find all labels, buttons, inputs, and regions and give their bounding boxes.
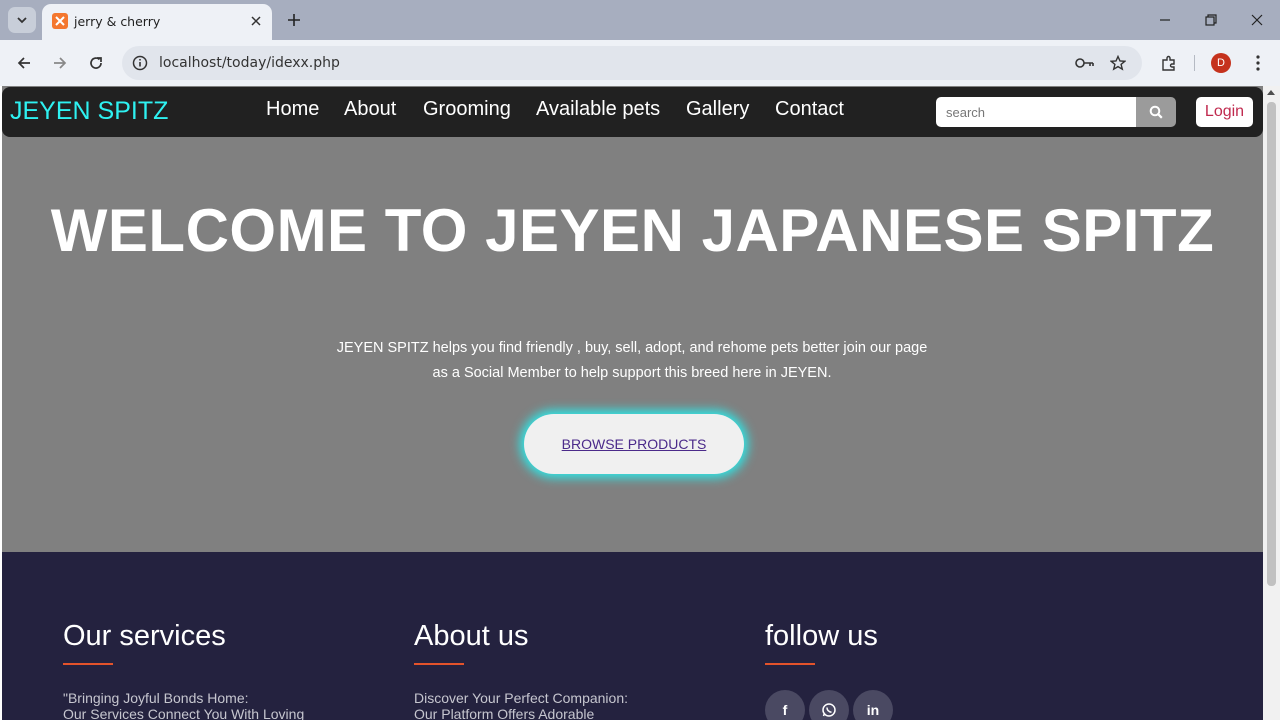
nav-link-about[interactable]: About [344, 98, 396, 121]
browse-products-button[interactable]: BROWSE PRODUCTS [524, 414, 744, 474]
about-heading: About us [414, 620, 529, 652]
chevron-down-icon [17, 17, 27, 24]
social-links: f in [765, 690, 1085, 720]
browse-products-link[interactable]: BROWSE PRODUCTS [562, 436, 707, 452]
hero-title: WELCOME TO JEYEN JAPANESE SPITZ [50, 197, 1215, 264]
profile-avatar[interactable]: D [1211, 53, 1231, 73]
nav-link-grooming[interactable]: Grooming [423, 98, 511, 121]
browser-tab-active[interactable]: jerry & cherry [42, 4, 272, 40]
hero-description: JEYEN SPITZ helps you find friendly , bu… [336, 340, 928, 381]
footer-services: Our services "Bringing Joyful Bonds Home… [63, 620, 383, 720]
services-text-line: Our Services Connect You With Loving [63, 706, 305, 720]
toolbar-divider [1194, 55, 1195, 71]
xampp-favicon-icon [52, 13, 68, 29]
footer-section: Our services "Bringing Joyful Bonds Home… [2, 552, 1263, 720]
facebook-icon[interactable]: f [765, 690, 805, 720]
nav-link-contact[interactable]: Contact [775, 98, 844, 121]
close-window-icon[interactable] [1247, 10, 1267, 30]
about-text-line: Our Platform Offers Adorable [414, 706, 595, 720]
extensions-puzzle-icon[interactable] [1158, 52, 1180, 74]
linkedin-icon[interactable]: in [853, 690, 893, 720]
nav-link-available-pets[interactable]: Available pets [536, 98, 660, 121]
nav-link-home[interactable]: Home [266, 98, 319, 121]
tab-search-button[interactable] [8, 7, 36, 33]
web-page: WELCOME TO JEYEN JAPANESE SPITZ JEYEN SP… [0, 86, 1263, 720]
tab-close-icon[interactable] [248, 13, 264, 29]
nav-link-gallery[interactable]: Gallery [686, 98, 749, 121]
services-text-line: "Bringing Joyful Bonds Home: [63, 690, 249, 706]
follow-underline [765, 663, 815, 665]
footer-follow: follow us f in [765, 620, 1085, 720]
menu-kebab-icon[interactable] [1247, 52, 1269, 74]
bookmark-star-icon[interactable] [1108, 53, 1128, 73]
page-viewport: WELCOME TO JEYEN JAPANESE SPITZ JEYEN SP… [0, 86, 1280, 720]
scrollbar-thumb[interactable] [1267, 102, 1276, 586]
about-underline [414, 663, 464, 665]
whatsapp-icon[interactable] [809, 690, 849, 720]
page-scrollbar[interactable] [1263, 86, 1280, 720]
browser-tab-bar: jerry & cherry [0, 0, 1280, 40]
back-arrow-icon[interactable] [13, 52, 35, 74]
footer-about: About us Discover Your Perfect Companion… [414, 620, 734, 720]
hero-section: WELCOME TO JEYEN JAPANESE SPITZ JEYEN SP… [2, 86, 1263, 552]
search-button[interactable] [1136, 97, 1176, 127]
address-bar[interactable]: localhost/today/idexx.php [122, 46, 1142, 80]
new-tab-plus-icon[interactable] [284, 10, 304, 30]
about-text: Discover Your Perfect Companion: Our Pla… [414, 690, 734, 720]
browser-toolbar: localhost/today/idexx.php D [0, 40, 1280, 86]
password-key-icon[interactable] [1075, 53, 1095, 73]
tab-title: jerry & cherry [74, 14, 161, 29]
about-text-line: Discover Your Perfect Companion: [414, 690, 628, 706]
services-heading: Our services [63, 620, 226, 652]
address-url[interactable]: localhost/today/idexx.php [159, 55, 340, 71]
services-text: "Bringing Joyful Bonds Home: Our Service… [63, 690, 383, 720]
minimize-icon[interactable] [1155, 10, 1175, 30]
forward-arrow-icon[interactable] [49, 52, 71, 74]
site-navbar: JEYEN SPITZ Home About Grooming Availabl… [2, 87, 1263, 137]
services-underline [63, 663, 113, 665]
login-button[interactable]: Login [1196, 97, 1253, 127]
search-input[interactable] [936, 97, 1136, 127]
scroll-up-arrow-icon[interactable] [1267, 90, 1275, 95]
site-info-icon[interactable] [130, 53, 150, 73]
restore-icon[interactable] [1201, 10, 1221, 30]
follow-heading: follow us [765, 620, 878, 652]
reload-icon[interactable] [85, 52, 107, 74]
brand-logo[interactable]: JEYEN SPITZ [10, 97, 168, 126]
search-icon [1149, 105, 1163, 119]
